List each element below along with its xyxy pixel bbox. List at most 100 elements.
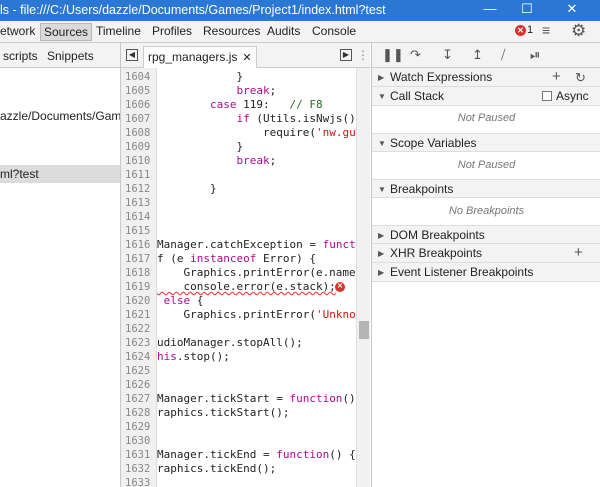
line-number[interactable]: 1604 [125,70,150,84]
scope-variables-section[interactable]: ▼ Scope Variables [372,133,600,152]
code-line[interactable]: 1606 case 119: // F8 [121,98,370,112]
line-number[interactable]: 1632 [125,462,150,476]
code-line[interactable]: 1633 [121,476,370,487]
tab-console[interactable]: Console [312,23,356,41]
code-line[interactable]: 1612 } [121,182,370,196]
code-line[interactable]: 1630 [121,434,370,448]
gear-icon[interactable]: ⚙ [571,21,586,41]
error-count[interactable]: 1 [527,24,533,36]
line-number[interactable]: 1609 [125,140,150,154]
code-line[interactable]: 1627 Manager.tickStart = function() [121,392,370,406]
tab-scripts[interactable]: scripts [3,49,38,63]
pause-icon[interactable]: ❚❚ [382,47,404,63]
file-tab[interactable]: rpg_managers.js ✕ [143,46,257,68]
code-line[interactable]: 1632 raphics.tickEnd(); [121,462,370,476]
code-line[interactable]: 1608 require('nw.gui').W [121,126,370,140]
watch-expressions-section[interactable]: ▶ Watch Expressions + ↻ [372,68,600,87]
tab-sources[interactable]: Sources [40,23,93,41]
line-number[interactable]: 1620 [125,294,150,308]
toggle-debugger-icon[interactable]: ▶ [340,49,352,61]
line-number[interactable]: 1622 [125,322,150,336]
async-checkbox[interactable] [542,91,552,101]
line-number[interactable]: 1619 [125,280,150,294]
code-line[interactable]: 1607 if (Utils.isNwjs() && U [121,112,370,126]
line-number[interactable]: 1627 [125,392,150,406]
code-line[interactable]: 1616 Manager.catchException = funct [121,238,370,252]
line-number[interactable]: 1625 [125,364,150,378]
tab-resources[interactable]: Resources [203,23,260,41]
line-number[interactable]: 1606 [125,98,150,112]
toggle-navigator-icon[interactable]: ◀ [126,49,138,61]
code-line[interactable]: 1617 f (e instanceof Error) { [121,252,370,266]
call-stack-section[interactable]: ▼ Call Stack Async [372,87,600,106]
editor-scrollbar[interactable] [356,68,370,487]
code-line[interactable]: 1620 else { [121,294,370,308]
breakpoints-section[interactable]: ▼ Breakpoints [372,179,600,198]
deactivate-breakpoints-icon[interactable]: ⧸ [501,47,505,63]
code-line[interactable]: 1614 [121,210,370,224]
code-line[interactable]: 1613 [121,196,370,210]
line-number[interactable]: 1631 [125,448,150,462]
error-badge-icon[interactable]: ✕ [515,25,526,36]
scrollbar-thumb[interactable] [359,321,369,339]
code-line[interactable]: 1610 break; [121,154,370,168]
close-icon[interactable]: ✕ [242,52,251,64]
tab-timeline[interactable]: Timeline [96,23,141,41]
navigator-folder[interactable]: azzle/Documents/Gam [0,109,120,123]
line-number[interactable]: 1607 [125,112,150,126]
console-drawer-icon[interactable]: ≡ [542,22,550,38]
line-number[interactable]: 1621 [125,308,150,322]
line-number[interactable]: 1618 [125,266,150,280]
close-icon[interactable]: ✕ [557,0,587,21]
code-line[interactable]: 1609 } [121,140,370,154]
step-over-icon[interactable]: ↷ [410,47,421,63]
line-number[interactable]: 1628 [125,406,150,420]
code-line[interactable]: 1622 [121,322,370,336]
line-number[interactable]: 1612 [125,182,150,196]
line-number[interactable]: 1626 [125,378,150,392]
code-line[interactable]: 1605 break; [121,84,370,98]
event-listener-breakpoints-section[interactable]: ▶ Event Listener Breakpoints [372,263,600,282]
line-number[interactable]: 1617 [125,252,150,266]
step-into-icon[interactable]: ↧ [442,47,453,63]
navigator-file[interactable]: ml?test [0,165,120,183]
code-line[interactable]: 1631 Manager.tickEnd = function() { [121,448,370,462]
tab-profiles[interactable]: Profiles [152,23,192,41]
code-line[interactable]: 1624 his.stop(); [121,350,370,364]
code-line[interactable]: 1628 raphics.tickStart(); [121,406,370,420]
code-line[interactable]: 1618 Graphics.printError(e.name, [121,266,370,280]
tab-network[interactable]: etwork [0,23,35,41]
code-line[interactable]: 1623 udioManager.stopAll(); [121,336,370,350]
code-line[interactable]: 1615 [121,224,370,238]
code-line[interactable]: 1621 Graphics.printError('Unknow [121,308,370,322]
maximize-icon[interactable]: ☐ [512,0,542,21]
line-number[interactable]: 1630 [125,434,150,448]
code-line[interactable]: 1619 console.error(e.stack); ✕ [121,280,370,294]
pause-on-exceptions-icon[interactable]: ⏯ [530,47,540,63]
code-line[interactable]: 1604 } [121,70,370,84]
tab-audits[interactable]: Audits [267,23,300,41]
line-number[interactable]: 1611 [125,168,150,182]
line-number[interactable]: 1624 [125,350,150,364]
line-number[interactable]: 1615 [125,224,150,238]
dom-breakpoints-section[interactable]: ▶ DOM Breakpoints [372,225,600,244]
minimize-icon[interactable]: — [475,0,505,21]
code-line[interactable]: 1611 [121,168,370,182]
line-number[interactable]: 1616 [125,238,150,252]
line-number[interactable]: 1605 [125,84,150,98]
add-watch-icon[interactable]: + [552,67,561,86]
line-number[interactable]: 1633 [125,476,150,487]
code-line[interactable]: 1626 [121,378,370,392]
refresh-icon[interactable]: ↻ [575,68,586,87]
line-number[interactable]: 1613 [125,196,150,210]
add-xhr-breakpoint-icon[interactable]: + [574,243,583,262]
line-number[interactable]: 1623 [125,336,150,350]
code-area[interactable]: 1604 } 1605 break; 1606 case 119: // F8 160… [121,68,370,487]
step-out-icon[interactable]: ↥ [472,47,483,63]
line-number[interactable]: 1610 [125,154,150,168]
xhr-breakpoints-section[interactable]: ▶ XHR Breakpoints + [372,244,600,263]
line-number[interactable]: 1629 [125,420,150,434]
code-line[interactable]: 1625 [121,364,370,378]
code-line[interactable]: 1629 [121,420,370,434]
line-number[interactable]: 1608 [125,126,150,140]
